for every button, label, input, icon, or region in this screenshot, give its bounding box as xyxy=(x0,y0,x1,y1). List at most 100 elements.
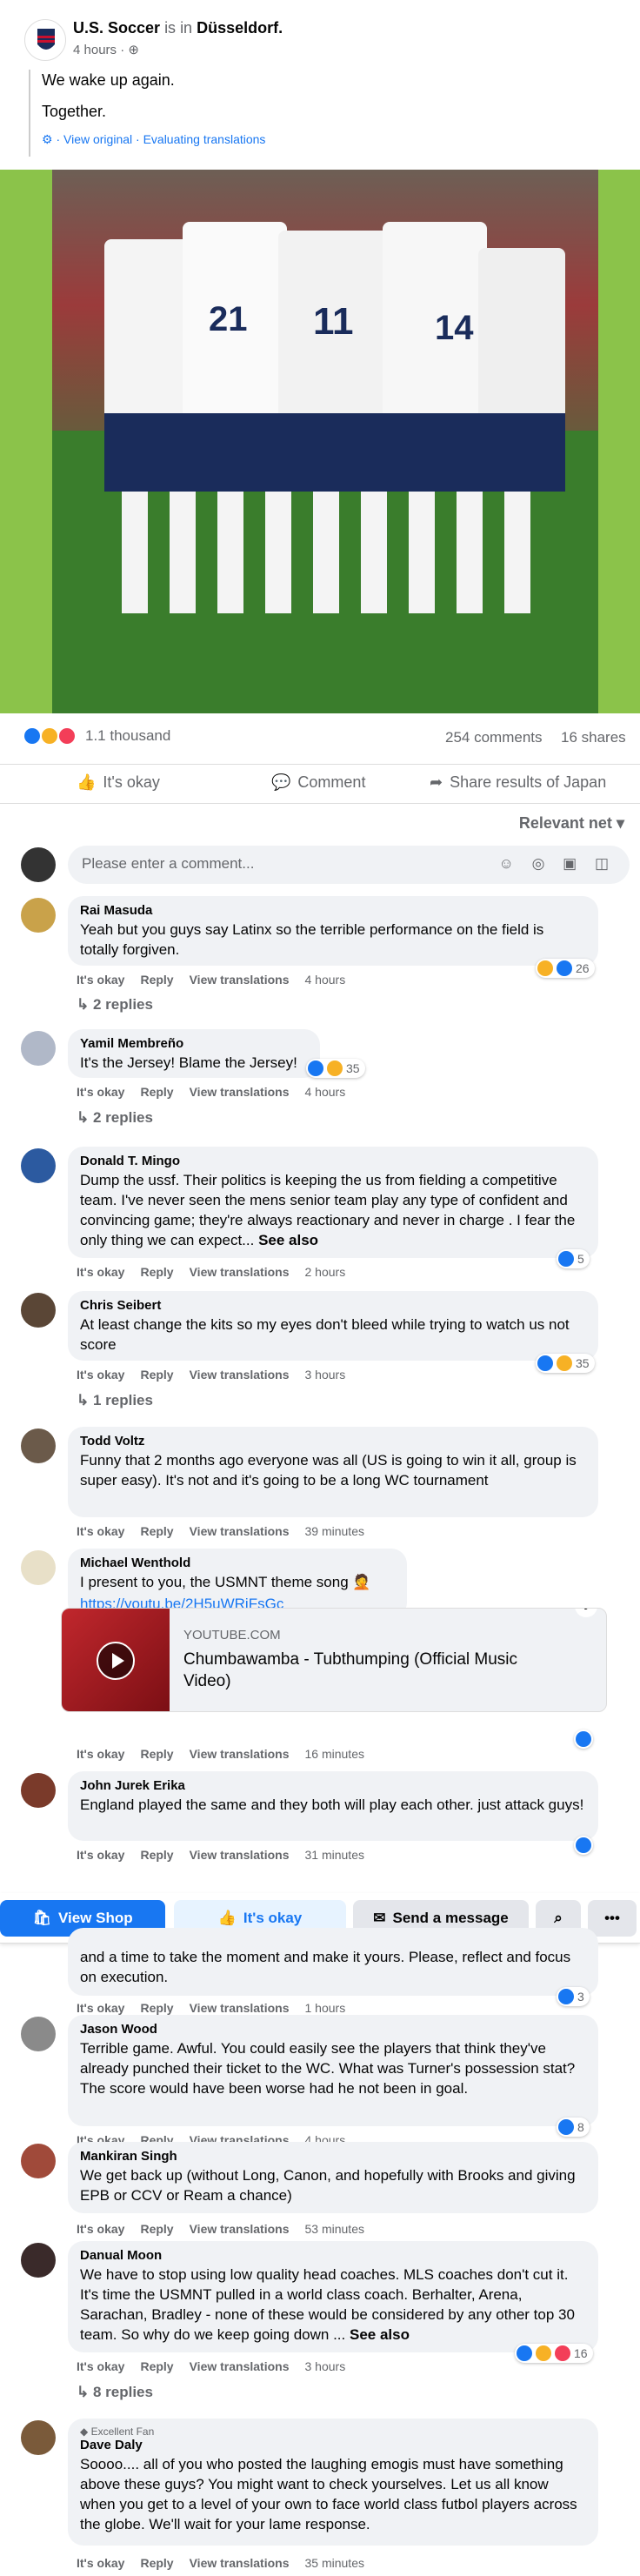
comment-like-button[interactable]: It's okay xyxy=(77,1848,124,1862)
comment-translate-button[interactable]: View translations xyxy=(190,2359,290,2373)
comment-like-button[interactable]: It's okay xyxy=(77,2359,124,2373)
comment-reactions[interactable]: 16 xyxy=(515,2344,593,2363)
comment-translate-button[interactable]: View translations xyxy=(190,1747,290,1761)
comment-translate-button[interactable]: View translations xyxy=(190,973,290,987)
avatar[interactable] xyxy=(21,1031,56,1066)
reaction-icons[interactable]: 1.1 thousand xyxy=(24,727,170,745)
post-photo-frame: 11 14 21 xyxy=(0,170,640,713)
comment-reactions[interactable]: 35 xyxy=(536,1354,595,1373)
view-replies[interactable]: ↳ 1 replies xyxy=(77,1392,153,1409)
avatar[interactable] xyxy=(21,2144,56,2178)
comment-like-button[interactable]: It's okay xyxy=(77,973,124,987)
comment-translate-button[interactable]: View translations xyxy=(190,1265,290,1279)
comment-like-button[interactable]: It's okay xyxy=(77,1747,124,1761)
comment-author[interactable]: Jason Wood xyxy=(80,2022,586,2037)
comment-reactions[interactable]: 26 xyxy=(536,959,595,978)
post-location[interactable]: Düsseldorf. xyxy=(197,19,283,37)
comment-input[interactable]: Please enter a comment... ☺ ◎ ▣ ◫ xyxy=(68,846,630,884)
comment-reactions[interactable] xyxy=(574,1836,593,1855)
translation-links[interactable]: ⚙ · View original · Evaluating translati… xyxy=(42,132,265,147)
gear-icon: ⚙ xyxy=(42,132,53,146)
comment-reply-button[interactable]: Reply xyxy=(140,2359,173,2373)
comment-translate-button[interactable]: View translations xyxy=(190,1085,290,1099)
comment-author[interactable]: Chris Seibert xyxy=(80,1298,586,1313)
comment-translate-button[interactable]: View translations xyxy=(190,2222,290,2236)
like-button[interactable]: 👍 It's okay xyxy=(77,773,160,792)
comment-reactions[interactable]: 35 xyxy=(306,1059,365,1078)
comment-reply-button[interactable]: Reply xyxy=(140,2001,173,2015)
comment-reply-button[interactable]: Reply xyxy=(140,1368,173,1382)
comment-button[interactable]: 💬 Comment xyxy=(271,773,365,792)
comment-like-button[interactable]: It's okay xyxy=(77,2222,124,2236)
comment-reply-button[interactable]: Reply xyxy=(140,1747,173,1761)
us-soccer-avatar[interactable] xyxy=(24,19,66,61)
post-author[interactable]: U.S. Soccer xyxy=(73,19,160,37)
avatar[interactable] xyxy=(21,2243,56,2278)
comment-like-button[interactable]: It's okay xyxy=(77,1085,124,1099)
sort-dropdown[interactable]: Relevant net ▾ xyxy=(519,814,624,833)
avatar[interactable] xyxy=(21,1429,56,1463)
comment-reply-button[interactable]: Reply xyxy=(140,1524,173,1538)
comment-author[interactable]: John Jurek Erika xyxy=(80,1778,586,1793)
more-button[interactable]: ••• xyxy=(588,1900,637,1937)
comment-actions: It's okay Reply View translations 4 hour… xyxy=(77,973,345,987)
comment-author[interactable]: Mankiran Singh xyxy=(80,2149,586,2164)
reply-arrow-icon: ↳ xyxy=(77,996,93,1013)
comment-reply-button[interactable]: Reply xyxy=(140,2222,173,2236)
comment-author[interactable]: Todd Voltz xyxy=(80,1434,586,1449)
comment-reactions[interactable]: 3 xyxy=(557,1987,590,2006)
comment-reply-button[interactable]: Reply xyxy=(140,1265,173,1279)
comment-reply-button[interactable]: Reply xyxy=(140,1085,173,1099)
comment-like-button[interactable]: It's okay xyxy=(77,1524,124,1538)
comment-author[interactable]: Rai Masuda xyxy=(80,903,586,918)
comment-reactions[interactable]: 5 xyxy=(557,1249,590,1268)
avatar[interactable] xyxy=(21,1148,56,1183)
comment-count[interactable]: 254 comments xyxy=(445,729,543,746)
share-button[interactable]: ➦ Share results of Japan xyxy=(430,773,606,792)
team-huddle-photo[interactable]: 11 14 21 xyxy=(52,170,598,713)
comment-bubble: Yamil Membreño It's the Jersey! Blame th… xyxy=(68,1029,320,1078)
crest-icon xyxy=(37,29,55,50)
view-replies[interactable]: ↳ 2 replies xyxy=(77,996,153,1014)
avatar[interactable] xyxy=(21,2017,56,2051)
emoji-icon[interactable]: ☺ ◎ ▣ ◫ xyxy=(499,855,616,873)
comment-bubble: John Jurek Erika England played the same… xyxy=(68,1771,598,1841)
comment-reactions[interactable]: 8 xyxy=(557,2118,590,2137)
comment-like-button[interactable]: It's okay xyxy=(77,2001,124,2015)
post-is-in: is in xyxy=(164,19,193,37)
comment-bubble: Jason Wood Terrible game. Awful. You cou… xyxy=(68,2015,598,2126)
avatar[interactable] xyxy=(21,1773,56,1808)
avatar[interactable] xyxy=(21,898,56,933)
comment-bubble: ◆ Excellent Fan Dave Daly Soooo.... all … xyxy=(68,2419,598,2546)
see-more-link[interactable]: See also xyxy=(350,2326,410,2343)
thumbs-up-icon: 👍 xyxy=(77,773,97,791)
see-more-link[interactable]: See also xyxy=(258,1232,318,1248)
comment-reply-button[interactable]: Reply xyxy=(140,2556,173,2570)
share-arrow-icon: ➦ xyxy=(430,773,443,791)
info-icon[interactable]: i xyxy=(575,1609,597,1617)
view-replies[interactable]: ↳ 2 replies xyxy=(77,1109,153,1127)
comment-reply-button[interactable]: Reply xyxy=(140,1848,173,1862)
comment-translate-button[interactable]: View translations xyxy=(190,1848,290,1862)
comment-reactions[interactable] xyxy=(574,1730,593,1749)
comment-translate-button[interactable]: View translations xyxy=(190,2556,290,2570)
avatar[interactable] xyxy=(21,1293,56,1328)
avatar[interactable] xyxy=(21,1550,56,1585)
view-replies[interactable]: ↳ 8 replies xyxy=(77,2384,153,2401)
comment-translate-button[interactable]: View translations xyxy=(190,2001,290,2015)
comment-author[interactable]: Donald T. Mingo xyxy=(80,1154,586,1168)
comment-like-button[interactable]: It's okay xyxy=(77,1265,124,1279)
share-count[interactable]: 16 shares xyxy=(561,729,626,746)
comment-time: 4 hours xyxy=(304,1085,346,1099)
comment-translate-button[interactable]: View translations xyxy=(190,1524,290,1538)
comment-translate-button[interactable]: View translations xyxy=(190,1368,290,1382)
comment-author[interactable]: Michael Wenthold xyxy=(80,1556,395,1570)
comment-author[interactable]: Yamil Membreño xyxy=(80,1036,308,1051)
comment-like-button[interactable]: It's okay xyxy=(77,1368,124,1382)
youtube-link-card[interactable]: YOUTUBE.COM Chumbawamba - Tubthumping (O… xyxy=(61,1608,607,1712)
comment-like-button[interactable]: It's okay xyxy=(77,2556,124,2570)
comment-author[interactable]: Danual Moon xyxy=(80,2248,586,2263)
comment-author[interactable]: Dave Daly xyxy=(80,2438,586,2452)
avatar[interactable] xyxy=(21,2420,56,2455)
comment-reply-button[interactable]: Reply xyxy=(140,973,173,987)
